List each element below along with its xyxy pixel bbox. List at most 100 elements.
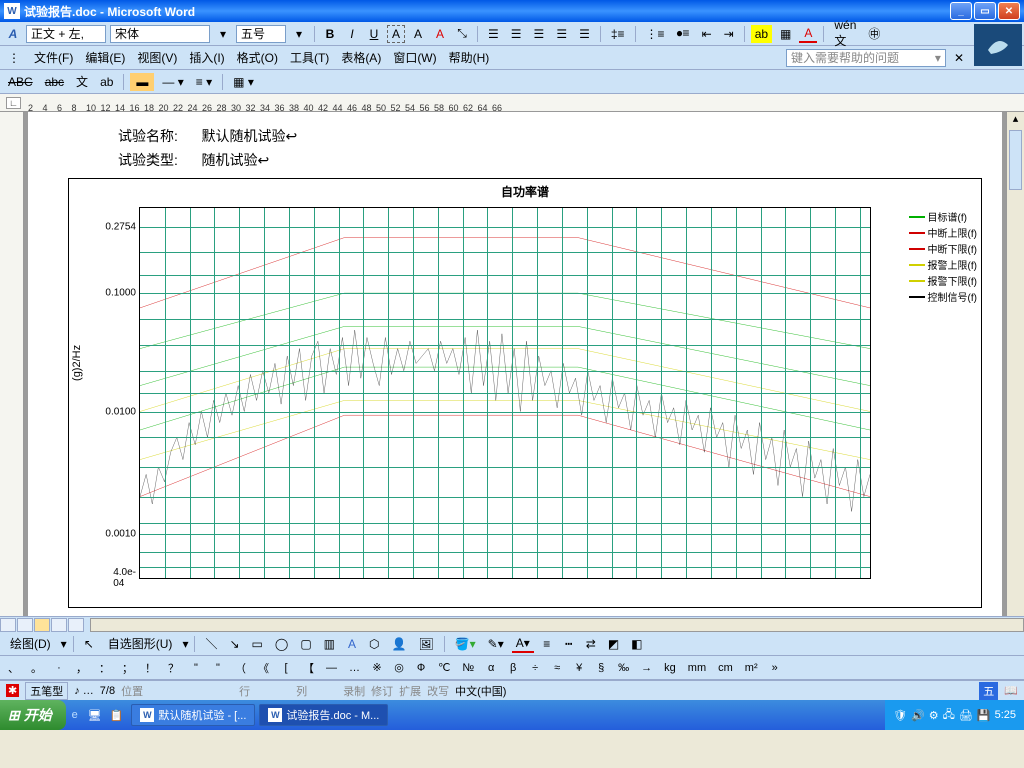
taskbar-item[interactable]: W默认随机试验 - [... xyxy=(131,704,255,726)
arrow-button[interactable]: ↘ xyxy=(225,635,243,653)
ime-indicator[interactable]: ✱ xyxy=(6,684,19,697)
sym[interactable]: m² xyxy=(741,659,762,677)
vertical-scrollbar[interactable]: ▴ xyxy=(1006,112,1024,616)
border-button[interactable]: ▦ xyxy=(776,25,795,43)
sym[interactable]: ¥ xyxy=(570,659,588,677)
cjk-button[interactable]: 文 xyxy=(72,73,92,91)
bullets-button[interactable]: ⦁≡ xyxy=(673,25,694,43)
select-arrow-button[interactable]: ↖ xyxy=(80,635,98,653)
align-left-button[interactable]: ☰ xyxy=(484,25,503,43)
shading-button[interactable]: ▬ xyxy=(130,73,154,91)
menu-表格(A)[interactable]: 表格(A) xyxy=(335,49,387,67)
ime-name[interactable]: 五笔型 xyxy=(25,682,68,700)
shadow-button[interactable]: ◩ xyxy=(604,635,623,653)
font-a-button[interactable]: A xyxy=(409,25,427,43)
taskbar-item[interactable]: W试验报告.doc - M... xyxy=(259,704,388,726)
style-icon[interactable]: A xyxy=(4,25,22,43)
font-selector[interactable]: 宋体 xyxy=(110,25,210,43)
menu-视图(V)[interactable]: 视图(V) xyxy=(131,49,183,67)
sub-button[interactable]: ab xyxy=(96,73,117,91)
sym[interactable]: 【 xyxy=(299,659,318,677)
menu-文件(F)[interactable]: 文件(F) xyxy=(28,49,79,67)
sym[interactable]: § xyxy=(592,659,610,677)
phonetic-button[interactable]: wén文 xyxy=(830,25,860,43)
tray-icon[interactable]: 🖨 xyxy=(959,709,973,722)
sym[interactable]: ≈ xyxy=(548,659,566,677)
outdent-button[interactable]: ⇤ xyxy=(698,25,716,43)
print-view-button[interactable] xyxy=(34,618,50,632)
numbering-button[interactable]: ⋮≡ xyxy=(642,25,669,43)
menu-窗口(W)[interactable]: 窗口(W) xyxy=(387,49,442,67)
line-button[interactable]: ＼ xyxy=(201,635,221,653)
bold-button[interactable]: B xyxy=(321,25,339,43)
outline-view-button[interactable] xyxy=(51,618,67,632)
char-scale-button[interactable]: ⤡ xyxy=(453,25,471,43)
sym[interactable]: … xyxy=(345,659,364,677)
sym[interactable]: ？ xyxy=(164,659,183,677)
style-selector[interactable]: 正文 + 左, xyxy=(26,25,106,43)
sym[interactable]: cm xyxy=(714,659,737,677)
menu-编辑(E)[interactable]: 编辑(E) xyxy=(79,49,131,67)
scrollbar-thumb[interactable] xyxy=(1009,130,1022,190)
sym[interactable]: ： xyxy=(95,659,114,677)
sym[interactable]: ， xyxy=(72,659,91,677)
3d-button[interactable]: ◧ xyxy=(627,635,646,653)
ime-badge-status[interactable]: 五 xyxy=(979,682,998,700)
sym[interactable]: → xyxy=(637,659,656,677)
align-center-button[interactable]: ☰ xyxy=(507,25,526,43)
linespace-button[interactable]: ‡≡ xyxy=(607,25,629,43)
sym[interactable]: 《 xyxy=(254,659,273,677)
picture-button[interactable]: 🖼 xyxy=(414,635,437,653)
enclose-button[interactable]: ㊥ xyxy=(864,25,884,43)
sym[interactable]: № xyxy=(458,659,478,677)
line-weight-button[interactable]: ≡ ▾ xyxy=(192,73,216,91)
sym[interactable]: " xyxy=(209,659,227,677)
strikethrough-button[interactable]: ABC xyxy=(4,73,37,91)
highlight-button[interactable]: ab xyxy=(751,25,772,43)
sym[interactable]: 。 xyxy=(27,659,46,677)
menu-工具(T)[interactable]: 工具(T) xyxy=(284,49,335,67)
draw-menu[interactable]: 绘图(D) xyxy=(4,633,57,654)
align-right-button[interactable]: ☰ xyxy=(530,25,549,43)
clock[interactable]: 5:25 xyxy=(995,709,1016,721)
ime-extra[interactable]: ♪ … xyxy=(74,685,94,697)
lineweight-button[interactable]: ≡ xyxy=(538,635,556,653)
rect-button[interactable]: ▭ xyxy=(248,635,267,653)
reading-view-button[interactable] xyxy=(68,618,84,632)
textbox-button[interactable]: ▢ xyxy=(296,635,315,653)
sym[interactable]: ※ xyxy=(368,659,386,677)
sym[interactable]: β xyxy=(504,659,522,677)
tab-selector[interactable]: ∟ xyxy=(6,97,21,109)
start-button[interactable]: ⊞ 开始 xyxy=(0,700,66,730)
close-button[interactable]: ✕ xyxy=(998,2,1020,20)
dropdown-icon[interactable]: ▾ xyxy=(214,25,232,43)
menu-grip[interactable]: ⋮ xyxy=(4,49,24,67)
language-indicator[interactable]: 中文(中国) xyxy=(455,683,506,699)
autoshapes-menu[interactable]: 自选图形(U) xyxy=(102,633,179,654)
quicklaunch-ie-icon[interactable]: e xyxy=(66,706,84,724)
italic-button[interactable]: I xyxy=(343,25,361,43)
oval-button[interactable]: ◯ xyxy=(271,635,292,653)
quicklaunch-app-icon[interactable]: 📋 xyxy=(106,706,128,724)
tray-icon[interactable]: 💾 xyxy=(977,709,991,722)
font-red-button[interactable]: A xyxy=(431,25,449,43)
tray-icon[interactable]: ⚙ xyxy=(929,709,939,722)
tray-icon[interactable]: 🖧 xyxy=(943,706,955,725)
web-view-button[interactable] xyxy=(17,618,33,632)
distribute-button[interactable]: ☰ xyxy=(575,25,594,43)
wordart-button[interactable]: A xyxy=(343,635,361,653)
dropdown-icon[interactable]: ▾ xyxy=(290,25,308,43)
sym[interactable]: — xyxy=(322,659,341,677)
line-style-button[interactable]: — ▾ xyxy=(158,73,187,91)
diagram-button[interactable]: ⬡ xyxy=(365,635,383,653)
vtextbox-button[interactable]: ▥ xyxy=(320,635,339,653)
document-page[interactable]: 试验名称: 默认随机试验↩ 试验类型: 随机试验↩ 自功率谱 (g)2/Hz 0… xyxy=(28,112,1002,616)
menu-帮助(H)[interactable]: 帮助(H) xyxy=(443,49,496,67)
sym[interactable]: ℃ xyxy=(434,659,454,677)
sym[interactable]: ！ xyxy=(141,659,160,677)
sym-more[interactable]: » xyxy=(766,659,784,677)
linecolor-button[interactable]: ✎▾ xyxy=(484,635,508,653)
doublestriké-button[interactable]: abc xyxy=(41,73,68,91)
indent-button[interactable]: ⇥ xyxy=(720,25,738,43)
grid-button[interactable]: ▦ ▾ xyxy=(229,73,258,91)
